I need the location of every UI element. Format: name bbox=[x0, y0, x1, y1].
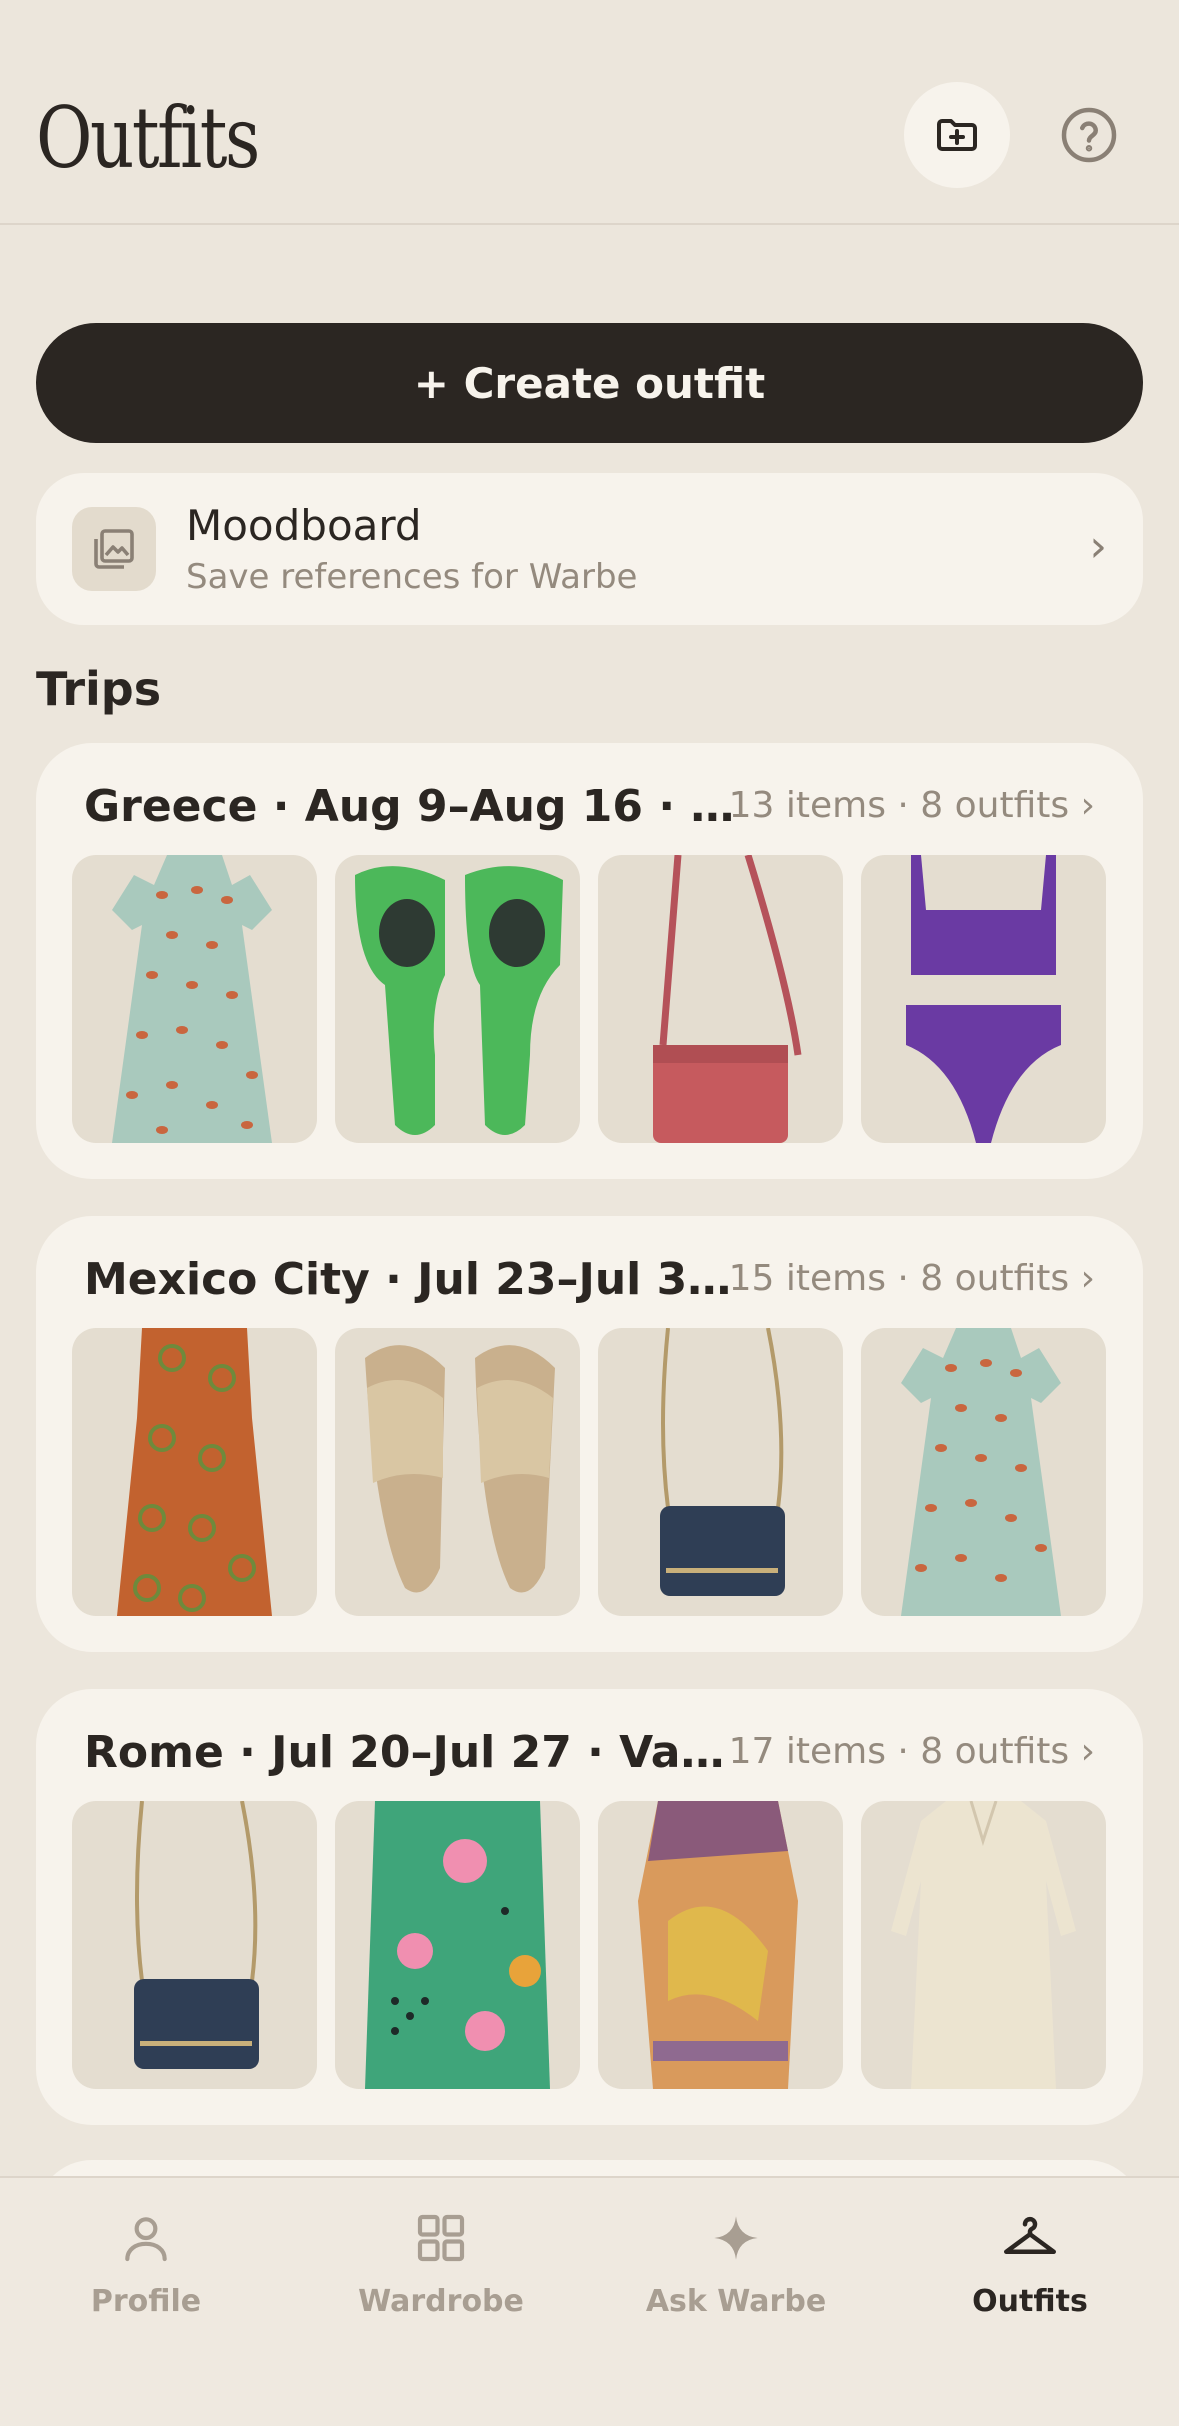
moodboard-subtitle: Save references for Warbe bbox=[186, 557, 638, 597]
item-thumb-cream-linen-dress[interactable] bbox=[861, 1801, 1106, 2089]
tab-profile[interactable]: Profile bbox=[46, 2206, 246, 2326]
bottom-tab-bar: Profile Wardrobe Ask Warbe Outfits bbox=[0, 2176, 1179, 2426]
gallery-icon bbox=[94, 529, 134, 569]
trip-title: Rome · Jul 20–Jul 27 · Vacati... bbox=[84, 1727, 744, 1778]
chevron-right-icon: › bbox=[1089, 521, 1107, 572]
tab-outfits[interactable]: Outfits bbox=[930, 2206, 1130, 2326]
item-thumb-sunset-print-dress[interactable] bbox=[598, 1801, 843, 2089]
trip-meta[interactable]: 17 items · 8 outfits › bbox=[729, 1731, 1095, 1772]
trip-thumbnails bbox=[72, 855, 1106, 1143]
trip-title: Greece · Aug 9–Aug 16 · Bea... bbox=[84, 781, 744, 832]
header: Outfits bbox=[0, 0, 1179, 225]
moodboard-row[interactable]: Moodboard Save references for Warbe › bbox=[36, 473, 1143, 625]
section-title-trips: Trips bbox=[36, 662, 162, 716]
moodboard-icon-box bbox=[72, 507, 156, 591]
item-thumb-red-crossbody-bag[interactable] bbox=[598, 855, 843, 1143]
folder-plus-icon bbox=[937, 119, 977, 151]
item-thumb-floral-dress[interactable] bbox=[861, 1328, 1106, 1616]
item-thumb-woven-mules[interactable] bbox=[335, 1328, 580, 1616]
item-thumb-green-print-top[interactable] bbox=[335, 1801, 580, 2089]
sparkle-icon bbox=[704, 2206, 768, 2270]
trip-card[interactable]: Mexico City · Jul 23–Jul 30 ·... 15 item… bbox=[36, 1216, 1143, 1652]
trip-thumbnails bbox=[72, 1801, 1106, 2089]
trip-card[interactable]: Rome · Jul 20–Jul 27 · Vacati... 17 item… bbox=[36, 1689, 1143, 2125]
new-folder-button[interactable] bbox=[904, 82, 1010, 188]
tab-label: Profile bbox=[90, 2284, 202, 2319]
trip-card[interactable]: Greece · Aug 9–Aug 16 · Bea... 13 items … bbox=[36, 743, 1143, 1179]
item-thumb-navy-chain-bag[interactable] bbox=[72, 1801, 317, 2089]
outfits-screen: Outfits + Create outfit Moodboard Save r… bbox=[0, 0, 1179, 2426]
tab-wardrobe[interactable]: Wardrobe bbox=[341, 2206, 541, 2326]
tab-label: Wardrobe bbox=[358, 2284, 524, 2319]
trip-meta[interactable]: 15 items · 8 outfits › bbox=[729, 1258, 1095, 1299]
item-thumb-green-slides[interactable] bbox=[335, 855, 580, 1143]
grid-icon bbox=[409, 2206, 473, 2270]
item-thumb-floral-dress[interactable] bbox=[72, 855, 317, 1143]
item-thumb-purple-bikini[interactable] bbox=[861, 855, 1106, 1143]
create-outfit-button[interactable]: + Create outfit bbox=[36, 323, 1143, 443]
person-icon bbox=[114, 2206, 178, 2270]
tab-ask-warbe[interactable]: Ask Warbe bbox=[636, 2206, 836, 2326]
trip-title: Mexico City · Jul 23–Jul 30 ·... bbox=[84, 1254, 744, 1305]
moodboard-title: Moodboard bbox=[186, 501, 422, 550]
help-button[interactable] bbox=[1058, 104, 1120, 166]
item-thumb-orange-print-dress[interactable] bbox=[72, 1328, 317, 1616]
trip-meta[interactable]: 13 items · 8 outfits › bbox=[729, 785, 1095, 826]
page-title: Outfits bbox=[36, 89, 260, 187]
tab-label: Outfits bbox=[972, 2284, 1088, 2319]
hanger-icon bbox=[998, 2206, 1062, 2270]
tab-label: Ask Warbe bbox=[645, 2284, 827, 2319]
item-thumb-navy-chain-bag[interactable] bbox=[598, 1328, 843, 1616]
trip-thumbnails bbox=[72, 1328, 1106, 1616]
question-circle-icon bbox=[1061, 107, 1117, 163]
